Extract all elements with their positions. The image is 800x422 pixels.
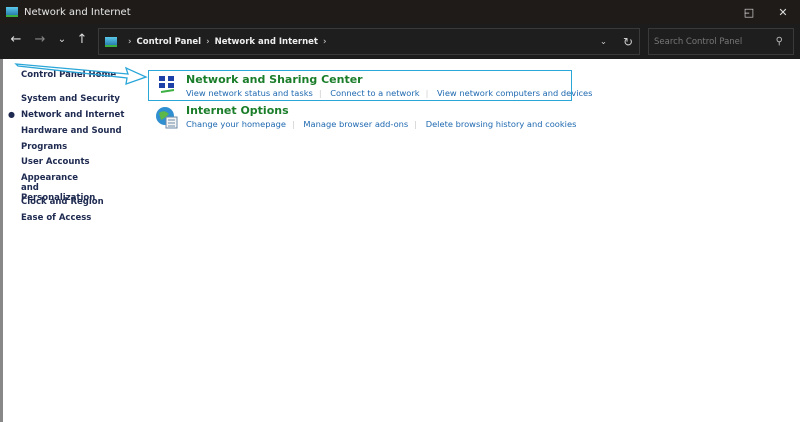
search-input[interactable]: Search Control Panel ⚲ [648, 28, 794, 55]
forward-button[interactable]: → [31, 32, 49, 47]
link-manage-addons[interactable]: Manage browser add-ons [303, 119, 408, 129]
sidebar-item-user-accounts[interactable]: User Accounts [21, 157, 90, 167]
chevron-right-icon: › [128, 36, 132, 47]
category-title[interactable]: Network and Sharing Center [186, 73, 592, 86]
maximize-button[interactable]: □ [732, 0, 766, 24]
category-network-sharing-center: Network and Sharing Center View network … [186, 73, 593, 98]
current-item-bullet: ● [8, 110, 15, 119]
network-sharing-icon [159, 76, 175, 93]
title-bar: Network and Internet [0, 0, 800, 24]
link-delete-history[interactable]: Delete browsing history and cookies [426, 119, 577, 129]
breadcrumb-network-and-internet[interactable]: Network and Internet [215, 37, 318, 47]
search-icon[interactable]: ⚲ [776, 36, 783, 47]
annotation-arrow [14, 63, 148, 85]
sidebar-item-network-internet[interactable]: Network and Internet [21, 110, 124, 120]
sidebar-item-hardware-sound[interactable]: Hardware and Sound [21, 126, 122, 136]
refresh-button[interactable]: ↻ [623, 35, 633, 49]
window-title: Network and Internet [24, 6, 131, 18]
category-internet-options: Internet Options Change your homepage | M… [186, 104, 577, 129]
sidebar-item-ease-of-access[interactable]: Ease of Access [21, 213, 91, 223]
window-border [0, 59, 3, 422]
back-button[interactable]: ← [7, 32, 25, 47]
recent-locations-button[interactable]: ⌄ [53, 34, 71, 45]
link-change-homepage[interactable]: Change your homepage [186, 119, 286, 129]
category-title[interactable]: Internet Options [186, 104, 576, 117]
link-view-network-computers[interactable]: View network computers and devices [437, 88, 592, 98]
search-placeholder: Search Control Panel [654, 36, 743, 47]
address-bar[interactable]: › Control Panel › Network and Internet ›… [98, 28, 640, 55]
internet-options-icon [156, 107, 178, 129]
chevron-right-icon[interactable]: › [323, 37, 327, 47]
breadcrumb-control-panel[interactable]: Control Panel [137, 37, 202, 47]
address-dropdown-button[interactable]: ⌄ [600, 37, 607, 47]
control-panel-icon [105, 36, 117, 47]
control-panel-icon [6, 7, 18, 17]
link-view-network-status[interactable]: View network status and tasks [186, 88, 313, 98]
sidebar-item-system-security[interactable]: System and Security [21, 94, 120, 104]
sidebar-item-clock-region[interactable]: Clock and Region [21, 197, 104, 207]
toolbar: ← → ⌄ ↑ › Control Panel › Network and In… [0, 24, 800, 59]
chevron-right-icon: › [206, 36, 210, 47]
link-connect-to-network[interactable]: Connect to a network [330, 88, 419, 98]
close-button[interactable]: ✕ [766, 0, 800, 24]
sidebar-item-programs[interactable]: Programs [21, 142, 67, 152]
up-button[interactable]: ↑ [73, 32, 91, 47]
